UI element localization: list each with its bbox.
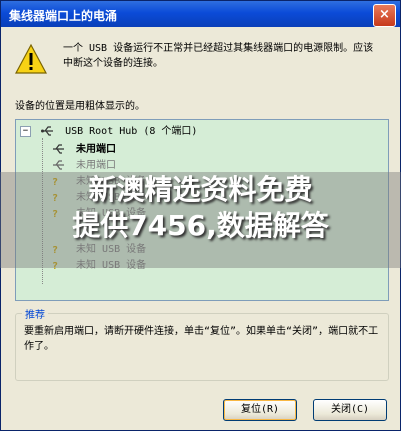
warning-icon (15, 43, 47, 74)
usb-icon (53, 160, 64, 170)
tree-root-label: USB Root Hub (8 个端口) (65, 126, 198, 137)
title-bar[interactable]: 集线器端口上的电涌 × (1, 1, 400, 27)
watermark-overlay: 新澳精选资料免费 提供7456,数据解答 (0, 172, 401, 268)
usb-icon (41, 126, 54, 136)
watermark-line-1: 新澳精选资料免费 (88, 173, 313, 206)
close-icon[interactable]: × (373, 4, 396, 27)
collapse-icon[interactable]: − (20, 125, 31, 137)
reset-button[interactable]: 复位(R) (223, 399, 297, 421)
tree-item-label: 未用端口 (76, 144, 117, 155)
close-button[interactable]: 关闭(C) (313, 399, 387, 421)
tree-root[interactable]: − USB Root Hub (8 个端口) (20, 124, 197, 140)
tree-item[interactable]: 未用端口 (52, 142, 116, 158)
tree-item-label: 未用端口 (76, 160, 117, 171)
watermark-line-2: 提供7456,数据解答 (72, 209, 329, 242)
warning-message: 一个 USB 设备运行不正常并已经超过其集线器端口的电源限制。应该中断这个设备的… (63, 43, 374, 69)
recommendation-legend: 推荐 (22, 306, 48, 321)
usb-icon (53, 144, 64, 154)
window-title: 集线器端口上的电涌 (9, 9, 118, 23)
recommendation-text: 要重新启用端口，请断开硬件连接，单击“复位”。如果单击“关闭”，端口就不工作了。 (24, 326, 379, 352)
recommendation-group: 推荐 要重新启用端口，请断开硬件连接，单击“复位”。如果单击“关闭”，端口就不工… (15, 306, 389, 381)
location-hint: 设备的位置是用粗体显示的。 (15, 101, 145, 112)
